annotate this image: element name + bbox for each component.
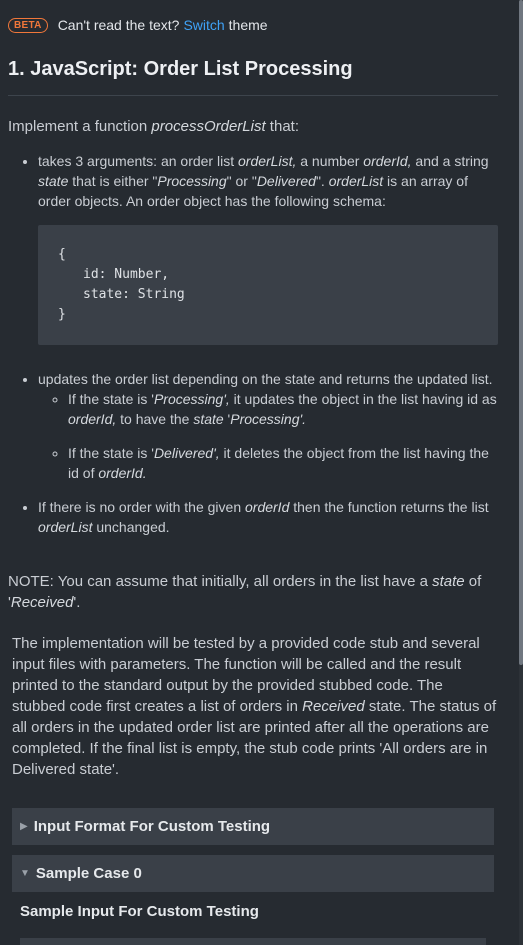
title-divider (8, 95, 498, 96)
sub-list-item: If the state is 'Delivered', it deletes … (68, 443, 498, 483)
triangle-down-icon: ▼ (20, 867, 30, 879)
input-format-toggle[interactable]: ▶ Input Format For Custom Testing (12, 808, 494, 845)
intro-text: Implement a function processOrderList th… (8, 118, 299, 135)
switch-theme-link[interactable]: Switch (183, 17, 224, 33)
list-item: updates the order list depending on the … (38, 369, 498, 483)
problem-title: 1. JavaScript: Order List Processing (8, 58, 353, 80)
sample-case-toggle[interactable]: ▼ Sample Case 0 (12, 855, 494, 892)
problem-statement: Implement a function processOrderList th… (8, 117, 498, 922)
requirements-list: takes 3 arguments: an order list orderLi… (8, 151, 498, 537)
implementation-paragraph: The implementation will be tested by a p… (12, 635, 497, 778)
sub-list-item: If the state is 'Processing', it updates… (68, 389, 498, 429)
sub-list: If the state is 'Processing', it updates… (38, 389, 498, 483)
note-text: NOTE: You can assume that initially, all… (8, 573, 482, 611)
section-label: Input Format For Custom Testing (33, 817, 271, 835)
list-item: If there is no order with the given orde… (38, 497, 498, 537)
function-name: processOrderList (151, 118, 266, 135)
sample-input-heading: Sample Input For Custom Testing (20, 903, 259, 920)
code-line: { (58, 247, 66, 262)
theme-prompt-text: Can't read the text? (57, 17, 180, 33)
beta-badge: BETA (8, 17, 48, 33)
section-label: Sample Case 0 (35, 864, 142, 882)
code-line: } (58, 307, 66, 322)
theme-bar: BETA Can't read the text? Switch theme (8, 17, 268, 33)
list-item: takes 3 arguments: an order list orderLi… (38, 151, 498, 345)
triangle-right-icon: ▶ (20, 820, 28, 832)
theme-suffix-text: theme (228, 17, 268, 33)
scrollbar-thumb[interactable] (519, 0, 523, 665)
schema-code-block: { id: Number, state: String } (38, 225, 498, 345)
sample-input-block (20, 938, 486, 945)
code-line: id: Number, (83, 267, 170, 282)
code-line: state: String (83, 287, 185, 302)
